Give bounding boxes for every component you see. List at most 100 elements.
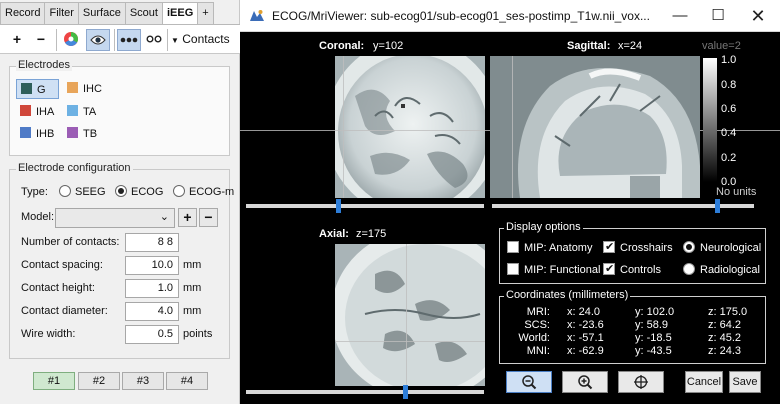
contacts-menu-label: Contacts	[182, 32, 230, 46]
show-electrodes-button[interactable]	[86, 29, 110, 51]
left-panel: Record Filter Surface Scout iEEG + + − ▼…	[0, 0, 240, 404]
axial-value: z=175	[356, 228, 387, 240]
axial-slice-view[interactable]	[335, 244, 485, 386]
sagittal-label: Sagittal:	[567, 40, 611, 52]
axial-slider-thumb[interactable]	[403, 385, 408, 399]
electrode-item-ihc[interactable]: IHC	[67, 79, 147, 99]
add-model-button[interactable]: +	[178, 208, 197, 227]
app-logo-icon	[250, 10, 264, 21]
contact-spacing-input[interactable]: 10.0	[125, 256, 179, 275]
radiological-radio[interactable]: Radiological	[683, 262, 760, 278]
zoom-in-icon	[578, 375, 593, 390]
coord-scs-name: SCS:	[524, 319, 550, 331]
neurological-radio[interactable]: Neurological	[683, 240, 761, 256]
sagittal-value: x=24	[618, 40, 643, 52]
plus-icon: +	[12, 31, 22, 47]
radio-selected-icon	[115, 185, 127, 197]
tab-add[interactable]: +	[197, 2, 214, 24]
type-ecog-m-radio[interactable]: ECOG-m	[173, 182, 239, 202]
electrode-color-swatch	[20, 127, 31, 138]
num-contacts-input[interactable]: 8 8	[125, 233, 179, 252]
minimize-button[interactable]: —	[660, 0, 700, 32]
colorbar-tick: 1.0	[721, 54, 737, 66]
type-ecog-radio[interactable]: ECOG	[115, 182, 163, 202]
sagittal-brain-image	[490, 56, 700, 198]
coronal-slice-view[interactable]	[335, 56, 485, 198]
contact-diameter-unit: mm	[183, 305, 202, 317]
controls-checkbox[interactable]: Controls	[603, 261, 661, 278]
display-sphere-button[interactable]	[144, 29, 164, 51]
close-button[interactable]: ✕	[738, 0, 778, 32]
zoom-in-button[interactable]	[562, 371, 608, 393]
model-select[interactable]: ⌄	[55, 208, 175, 228]
crosshairs-checkbox[interactable]: Crosshairs	[603, 239, 673, 256]
radio-icon	[173, 185, 185, 197]
electrode-color-swatch	[67, 82, 78, 93]
contact-height-input[interactable]: 1.0	[125, 279, 179, 298]
coordinates-title: Coordinates (millimeters)	[504, 289, 631, 301]
electrode-item-iha[interactable]: IHA	[20, 102, 64, 122]
axial-slider[interactable]	[246, 390, 484, 394]
radio-selected-icon	[683, 241, 695, 253]
page-button-1[interactable]: #1	[33, 372, 75, 390]
electrode-color-swatch	[67, 127, 78, 138]
colorbar-tick: 0.6	[721, 103, 737, 115]
plus-icon: +	[183, 209, 192, 225]
tab-surface[interactable]: Surface	[77, 2, 126, 24]
type-label: Type:	[21, 186, 48, 198]
colorbar: 1.0 0.8 0.6 0.4 0.2 0.0	[703, 54, 748, 188]
target-icon	[634, 375, 648, 389]
tab-scout[interactable]: Scout	[124, 2, 163, 24]
electrodes-title: Electrodes	[16, 59, 72, 71]
display-contacts-button[interactable]	[117, 29, 141, 51]
contacts-line-icon	[120, 37, 138, 43]
electrode-item-ta[interactable]: TA	[67, 102, 147, 122]
electrode-item-tb[interactable]: TB	[67, 124, 147, 144]
contact-spacing-unit: mm	[183, 259, 202, 271]
contacts-menu-button[interactable]: ▼ Contacts	[171, 29, 235, 51]
coord-world-name: World:	[518, 332, 550, 344]
add-electrode-button[interactable]: +	[8, 29, 26, 51]
sagittal-slice-view[interactable]	[490, 56, 700, 198]
contact-diameter-input[interactable]: 4.0	[125, 302, 179, 321]
contacts-sphere-icon	[146, 35, 162, 43]
mip-anatomy-checkbox[interactable]: MIP: Anatomy	[507, 240, 592, 256]
mip-functional-checkbox[interactable]: MIP: Functional	[507, 262, 600, 278]
window-title: ECOG/MriViewer: sub-ecog01/sub-ecog01_se…	[272, 9, 650, 23]
remove-model-button[interactable]: −	[199, 208, 218, 227]
tab-record[interactable]: Record	[0, 2, 46, 24]
dropdown-arrow-icon: ▼	[171, 36, 179, 45]
save-button[interactable]: Save	[729, 371, 761, 393]
coord-mri-name: MRI:	[526, 306, 550, 318]
colorbar-gradient	[703, 58, 717, 182]
close-icon: ✕	[750, 6, 766, 26]
tab-ieeg[interactable]: iEEG	[161, 2, 199, 25]
type-seeg-radio[interactable]: SEEG	[59, 182, 106, 202]
remove-electrode-button[interactable]: −	[32, 29, 50, 51]
color-button[interactable]	[60, 29, 82, 51]
page-button-4[interactable]: #4	[166, 372, 208, 390]
tab-filter[interactable]: Filter	[44, 2, 79, 24]
coronal-slider[interactable]	[246, 204, 484, 208]
sagittal-slider-thumb[interactable]	[715, 199, 720, 213]
zoom-out-button[interactable]	[506, 371, 552, 393]
checkbox-icon	[507, 263, 519, 275]
mri-viewer-window: ECOG/MriViewer: sub-ecog01/sub-ecog01_se…	[240, 0, 780, 404]
page-button-3[interactable]: #3	[122, 372, 164, 390]
cancel-button[interactable]: Cancel	[685, 371, 723, 393]
maximize-button[interactable]: ☐	[698, 0, 738, 32]
coronal-slider-thumb[interactable]	[336, 199, 341, 213]
electrode-item-ihb[interactable]: IHB	[20, 124, 64, 144]
colorbar-tick: 0.4	[721, 127, 737, 139]
contact-spacing-label: Contact spacing:	[21, 259, 103, 271]
center-button[interactable]	[618, 371, 664, 393]
electrode-config-title: Electrode configuration	[16, 162, 133, 174]
coord-scs-x: x: -23.6	[567, 319, 604, 331]
coord-world-z: z: 45.2	[708, 332, 742, 344]
page-button-2[interactable]: #2	[78, 372, 120, 390]
electrode-item-g[interactable]: G	[16, 79, 59, 99]
num-contacts-label: Number of contacts:	[21, 236, 120, 248]
wire-width-input[interactable]: 0.5	[125, 325, 179, 344]
coord-mni-y: y: -43.5	[635, 345, 672, 357]
electrodes-group: Electrodes G IHC IHA TA IHB TB	[9, 59, 230, 156]
